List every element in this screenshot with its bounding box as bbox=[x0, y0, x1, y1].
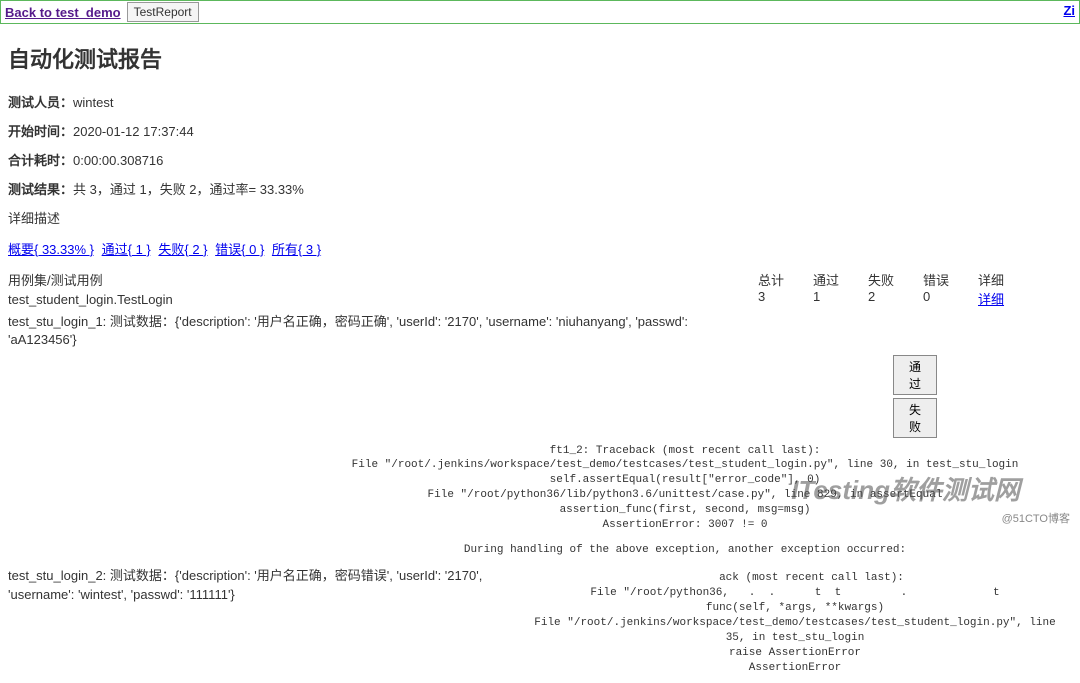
td-total: 3 bbox=[758, 289, 813, 311]
tab-testreport[interactable]: TestReport bbox=[127, 2, 199, 22]
td-pass: 1 bbox=[813, 289, 868, 311]
page-title: 自动化测试报告 bbox=[8, 42, 1072, 74]
filter-fail[interactable]: 失败{ 2 } bbox=[158, 242, 207, 257]
pass-button[interactable]: 通过 bbox=[893, 355, 937, 395]
meta-detail-desc: 详细描述 bbox=[8, 208, 1072, 227]
filter-pass[interactable]: 通过{ 1 } bbox=[102, 242, 151, 257]
meta-start: 开始时间：2020-01-12 17:37:44 bbox=[8, 121, 1072, 140]
traceback-1: ft1_2: Traceback (most recent call last)… bbox=[308, 444, 1062, 533]
content: 自动化测试报告 测试人员：wintest 开始时间：2020-01-12 17:… bbox=[0, 24, 1080, 683]
status-buttons: 通过 失败 bbox=[758, 355, 1072, 438]
th-pass: 通过 bbox=[813, 270, 868, 289]
th-error: 错误 bbox=[923, 270, 978, 289]
th-detail: 详细 bbox=[978, 270, 1038, 289]
fail-button[interactable]: 失败 bbox=[893, 398, 937, 438]
detail-link[interactable]: 详细 bbox=[978, 292, 1004, 307]
zi-link[interactable]: Zi bbox=[1063, 3, 1075, 18]
meta-tester: 测试人员：wintest bbox=[8, 92, 1072, 111]
top-bar: Back to test_demo TestReport Zi bbox=[0, 0, 1080, 24]
traceback-2: ack (most recent call last): File "/root… bbox=[528, 571, 1062, 675]
suite-name: test_student_login.TestLogin bbox=[8, 291, 758, 309]
filter-all[interactable]: 所有{ 3 } bbox=[272, 242, 321, 257]
td-fail: 2 bbox=[868, 289, 923, 311]
back-link[interactable]: Back to test_demo bbox=[5, 5, 121, 20]
case-2: test_stu_login_2: 测试数据：{'description': '… bbox=[8, 567, 528, 603]
case-1: test_stu_login_1: 测试数据：{'description': '… bbox=[8, 313, 758, 349]
meta-result: 测试结果：共 3，通过 1，失败 2，通过率= 33.33% bbox=[8, 179, 1072, 198]
footnote: @51CTO博客 bbox=[1002, 510, 1070, 526]
filters: 概要{ 33.33% } 通过{ 1 } 失败{ 2 } 错误{ 0 } 所有{… bbox=[8, 239, 1072, 258]
th-total: 总计 bbox=[758, 270, 813, 289]
filter-summary[interactable]: 概要{ 33.33% } bbox=[8, 242, 94, 257]
th-fail: 失败 bbox=[868, 270, 923, 289]
result-table: 用例集/测试用例 总计 通过 失败 错误 详细 test_student_log… bbox=[8, 270, 1072, 352]
traceback-between: During handling of the above exception, … bbox=[308, 543, 1062, 558]
td-error: 0 bbox=[923, 289, 978, 311]
filter-error[interactable]: 错误{ 0 } bbox=[215, 242, 264, 257]
meta-duration: 合计耗时：0:00:00.308716 bbox=[8, 150, 1072, 169]
th-case: 用例集/测试用例 bbox=[8, 270, 758, 289]
